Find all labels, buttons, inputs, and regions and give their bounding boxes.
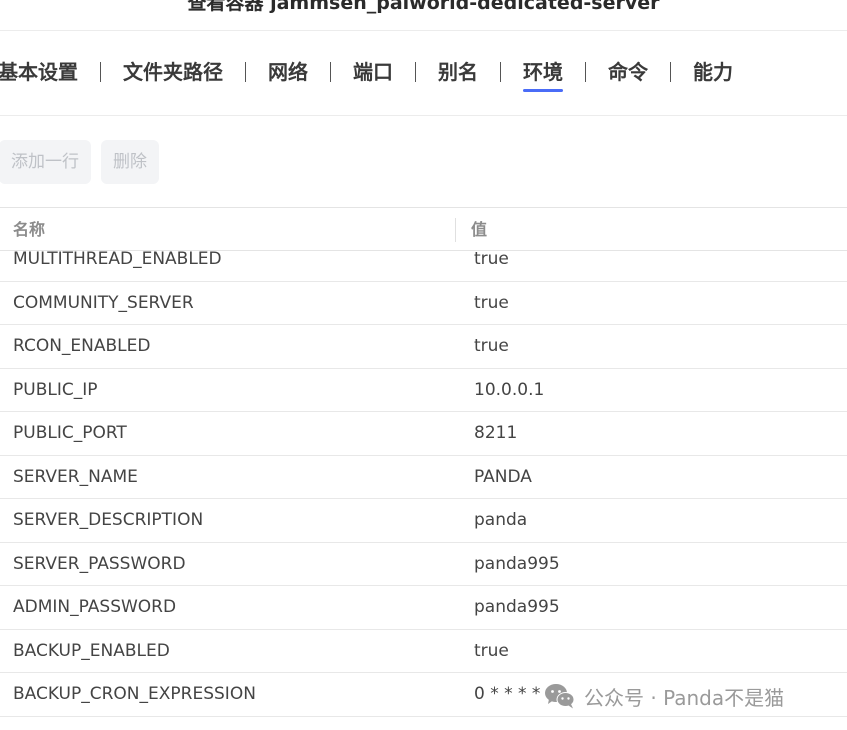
tab-separator	[500, 62, 501, 82]
tab-separator	[585, 62, 586, 82]
tab-ports[interactable]: 端口	[353, 52, 393, 96]
table-row[interactable]: PUBLIC_PORT 8211	[0, 412, 847, 456]
env-name-cell: SERVER_PASSWORD	[13, 553, 186, 574]
env-value-cell: panda	[474, 510, 528, 530]
tab-separator	[245, 62, 246, 82]
delete-button[interactable]: 删除	[101, 140, 159, 184]
table-header-border	[0, 250, 847, 251]
env-value-cell: true	[474, 336, 509, 356]
table-row[interactable]: SERVER_DESCRIPTION panda	[0, 499, 847, 543]
env-value-cell: 10.0.0.1	[474, 379, 545, 400]
add-row-button[interactable]: 添加一行	[0, 140, 91, 184]
tab-bar: 基本设置 文件夹路径 网络 端口 别名 环境 命令 能力	[0, 52, 733, 96]
env-name-cell: RCON_ENABLED	[13, 336, 151, 356]
wechat-icon	[545, 684, 575, 709]
env-value-cell: true	[474, 640, 509, 661]
tab-capabilities[interactable]: 能力	[693, 52, 733, 96]
tab-separator	[100, 62, 101, 82]
env-name-cell: BACKUP_CRON_EXPRESSION	[13, 684, 256, 704]
title-divider	[0, 30, 847, 31]
table-header: 名称 值	[0, 208, 847, 250]
tab-separator	[330, 62, 331, 82]
table-row[interactable]: COMMUNITY_SERVER true	[0, 282, 847, 325]
env-value-cell: PANDA	[474, 466, 532, 487]
env-value-cell: 8211	[474, 423, 518, 443]
tab-aliases[interactable]: 别名	[438, 52, 478, 96]
env-name-cell: PUBLIC_PORT	[13, 423, 127, 443]
tab-folder-paths[interactable]: 文件夹路径	[123, 52, 223, 96]
dialog-title: 查看容器 jammsen_palworld-dedicated-server	[187, 0, 660, 14]
table-row[interactable]: BACKUP_ENABLED true	[0, 630, 847, 673]
tab-separator	[415, 62, 416, 82]
env-value-cell: 0 * * * *	[474, 684, 541, 704]
env-value-cell: panda995	[474, 553, 560, 574]
env-name-cell: SERVER_NAME	[13, 466, 138, 487]
column-header-name[interactable]: 名称	[13, 208, 45, 250]
tab-network[interactable]: 网络	[268, 52, 308, 96]
tab-command[interactable]: 命令	[608, 52, 648, 96]
table-actions: 添加一行 删除	[0, 140, 159, 184]
tab-environment[interactable]: 环境	[523, 52, 563, 96]
table-row[interactable]: SERVER_PASSWORD panda995	[0, 543, 847, 586]
tab-basic-settings[interactable]: 基本设置	[0, 52, 78, 96]
tab-separator	[670, 62, 671, 82]
tabs-divider	[0, 115, 847, 116]
column-header-value[interactable]: 值	[471, 208, 487, 250]
env-value-cell: true	[474, 292, 509, 313]
watermark-text: 公众号 · Panda不是猫	[584, 685, 785, 710]
table-row[interactable]: PUBLIC_IP 10.0.0.1	[0, 369, 847, 412]
env-table-body: MULTITHREAD_ENABLED true COMMUNITY_SERVE…	[0, 238, 847, 717]
env-name-cell: PUBLIC_IP	[13, 379, 98, 400]
table-row[interactable]: ADMIN_PASSWORD panda995	[0, 586, 847, 630]
env-value-cell: panda995	[474, 597, 560, 617]
env-name-cell: SERVER_DESCRIPTION	[13, 510, 204, 530]
table-row[interactable]: RCON_ENABLED true	[0, 325, 847, 369]
table-row[interactable]: SERVER_NAME PANDA	[0, 456, 847, 499]
watermark: 公众号 · Panda不是猫	[544, 679, 784, 713]
env-name-cell: BACKUP_ENABLED	[13, 640, 170, 661]
env-name-cell: COMMUNITY_SERVER	[13, 292, 194, 313]
env-name-cell: ADMIN_PASSWORD	[13, 597, 177, 617]
column-resize-handle[interactable]	[455, 218, 456, 242]
